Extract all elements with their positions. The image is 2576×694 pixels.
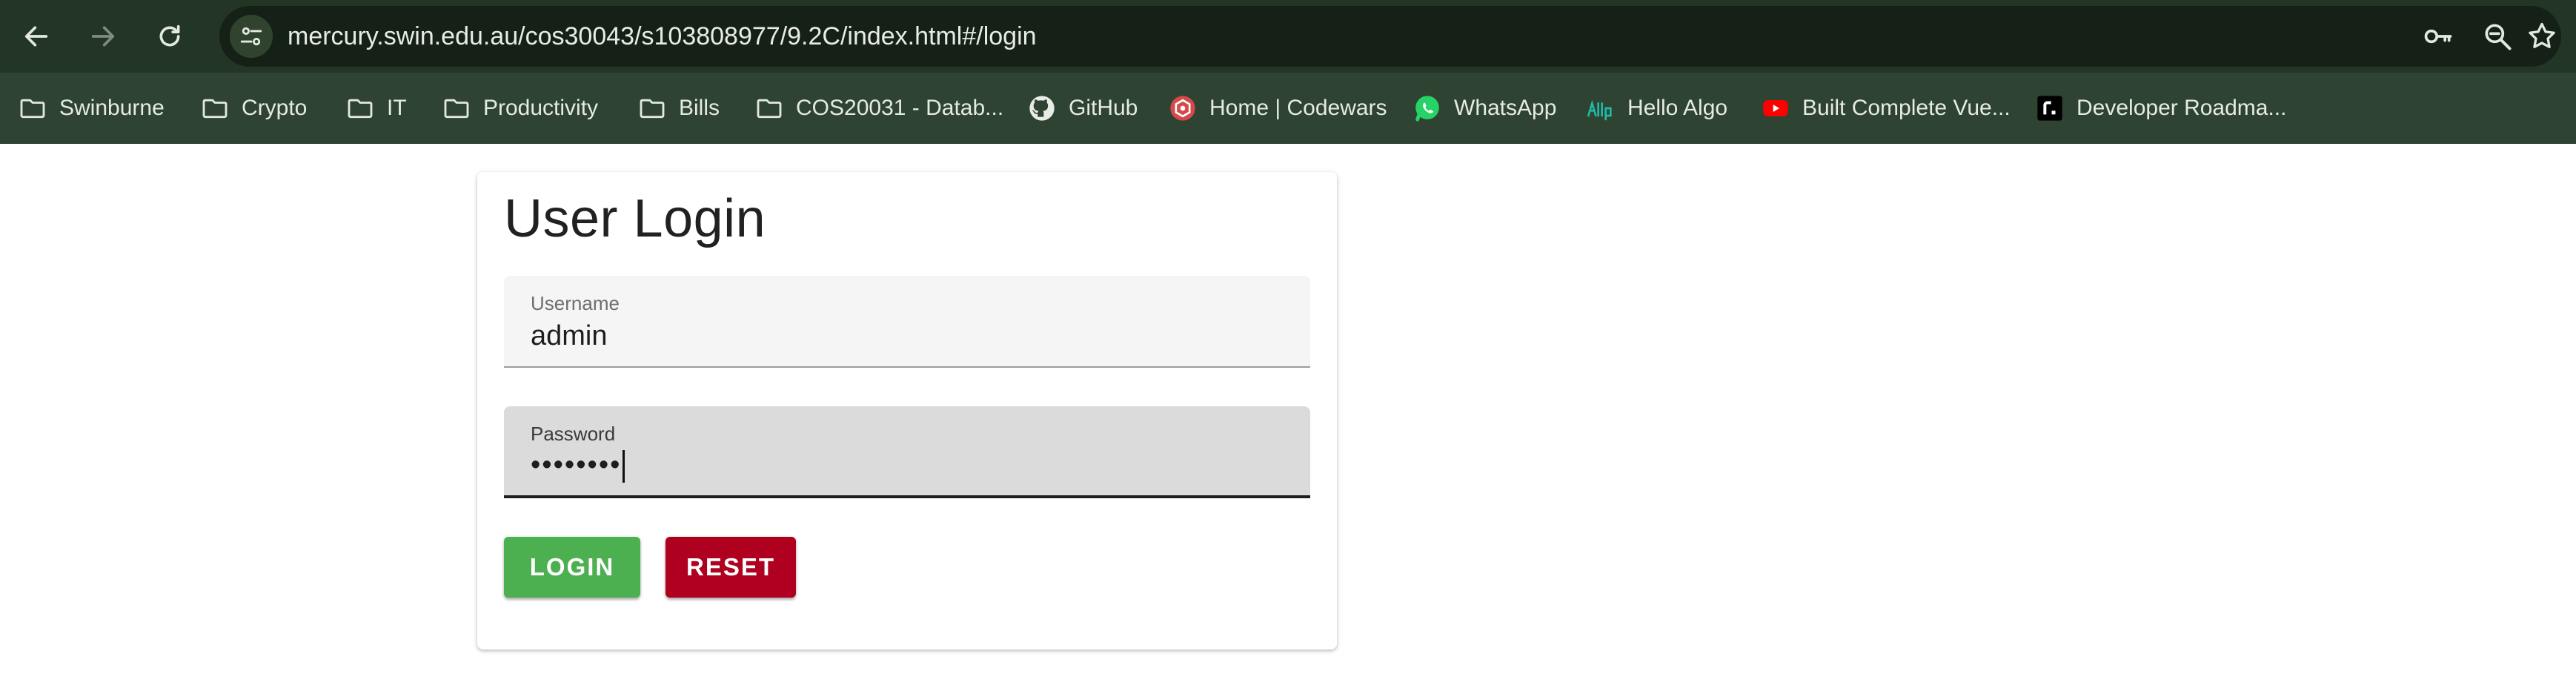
password-label: Password (531, 423, 616, 445)
bookmark-label: Hello Algo (1627, 96, 1728, 120)
username-field[interactable]: Username admin (504, 276, 1310, 368)
youtube-icon (1761, 93, 1790, 123)
bookmark-youtube-vue[interactable]: Built Complete Vue... (1761, 89, 2011, 128)
password-field[interactable]: Password •••••••• (504, 406, 1310, 498)
bookmark-label: COS20031 - Datab... (796, 96, 1004, 120)
bookmark-cos20031[interactable]: COS20031 - Datab... (754, 89, 1003, 128)
username-input[interactable]: admin (531, 320, 608, 352)
address-bar[interactable]: mercury.swin.edu.au/cos30043/s103808977/… (219, 6, 2561, 67)
zoom-icon (2485, 24, 2512, 50)
codewars-icon (1168, 93, 1198, 123)
password-input[interactable]: •••••••• (531, 449, 625, 483)
bookmark-label: Crypto (242, 96, 308, 120)
site-info-button[interactable] (230, 15, 273, 58)
hello-algo-icon (1586, 93, 1616, 123)
whatsapp-icon (1413, 93, 1442, 123)
bookmark-codewars[interactable]: Home | Codewars (1168, 89, 1387, 128)
reload-icon (159, 24, 180, 47)
folder-icon (754, 93, 784, 123)
bookmark-productivity[interactable]: Productivity (442, 89, 598, 128)
bookmark-github[interactable]: GitHub (1027, 89, 1138, 128)
login-button[interactable]: LOGIN (504, 537, 640, 598)
bookmark-developer-roadmap[interactable]: Developer Roadma... (2035, 89, 2286, 128)
forward-button[interactable] (82, 15, 125, 58)
password-masked-value: •••••••• (531, 449, 622, 480)
bookmark-it[interactable]: IT (345, 89, 407, 128)
arrow-left-icon (24, 26, 48, 47)
bookmark-label: Productivity (483, 96, 599, 120)
bookmark-label: Built Complete Vue... (1802, 96, 2011, 120)
password-key-icon (2424, 29, 2452, 44)
roadmap-icon (2035, 93, 2065, 123)
bookmark-crypto[interactable]: Crypto (200, 89, 307, 128)
bookmark-star-icon (2529, 22, 2555, 48)
bookmark-bills[interactable]: Bills (637, 89, 720, 128)
folder-icon (345, 93, 375, 123)
bookmark-label: Swinburne (59, 96, 165, 120)
bookmark-label: WhatsApp (1454, 96, 1557, 120)
bookmark-label: Developer Roadma... (2077, 96, 2287, 120)
browser-toolbar: mercury.swin.edu.au/cos30043/s103808977/… (0, 0, 2576, 73)
login-card: User Login Username admin Password •••••… (477, 172, 1337, 650)
folder-icon (200, 93, 230, 123)
zoom-button[interactable] (2480, 19, 2515, 54)
bookmark-swinburne[interactable]: Swinburne (18, 89, 165, 128)
bookmarks-bar: Swinburne Crypto IT Productivity Bills C… (0, 73, 2576, 144)
back-button[interactable] (15, 15, 58, 58)
reload-button[interactable] (148, 15, 191, 58)
text-caret (623, 449, 625, 483)
site-settings-icon (240, 27, 262, 46)
folder-icon (637, 93, 667, 123)
page-title: User Login (504, 189, 766, 248)
arrow-right-icon (91, 26, 115, 47)
browser-chrome: mercury.swin.edu.au/cos30043/s103808977/… (0, 0, 2576, 144)
url-text[interactable]: mercury.swin.edu.au/cos30043/s103808977/… (288, 6, 1037, 67)
bookmark-whatsapp[interactable]: WhatsApp (1413, 89, 1556, 128)
password-key-button[interactable] (2420, 19, 2456, 54)
bookmark-label: Bills (679, 96, 720, 120)
bookmark-hello-algo[interactable]: Hello Algo (1586, 89, 1727, 128)
reset-button[interactable]: RESET (665, 537, 796, 598)
username-label: Username (531, 292, 620, 314)
bookmark-label: Home | Codewars (1209, 96, 1387, 120)
github-icon (1027, 93, 1057, 123)
bookmark-label: IT (387, 96, 407, 120)
bookmark-label: GitHub (1069, 96, 1138, 120)
folder-icon (18, 93, 47, 123)
folder-icon (442, 93, 471, 123)
bookmark-star-button[interactable] (2524, 19, 2560, 54)
